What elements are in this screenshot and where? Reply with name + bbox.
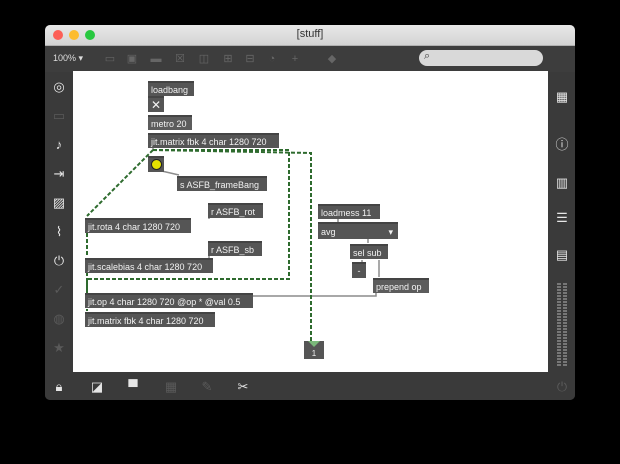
star-icon: ★ [53, 340, 65, 355]
info-icon[interactable]: ⓘ [552, 136, 572, 154]
prepend-object[interactable]: prepend op [373, 278, 429, 293]
target-icon[interactable]: ◎ [49, 78, 69, 96]
umenu[interactable]: avg ▾ [318, 222, 398, 239]
jitter-cord [86, 149, 154, 217]
paperclip-icon[interactable]: ⌇ [49, 223, 69, 241]
image-icon[interactable]: ▨ [49, 194, 69, 212]
jit-scalebias-object[interactable]: jit.scalebias 4 char 1280 720 [85, 258, 213, 273]
number-object-icon[interactable]: ⊞ [221, 52, 235, 66]
jit-op-object[interactable]: jit.op 4 char 1280 720 @op * @val 0.5 [85, 293, 253, 308]
package-icon: ◍ [53, 311, 65, 326]
check-circle-icon: ✓ [53, 282, 65, 297]
audio-meter-right [563, 283, 567, 367]
outlet-number: 1 [311, 349, 317, 358]
loadmess-object[interactable]: loadmess 11 [318, 204, 380, 219]
bottom-toolbar: 🔒︎ ◪ ▀ ▦ ✎ ✂ ⏻ [45, 372, 575, 400]
receive-sb-object[interactable]: r ASFB_sb [208, 241, 262, 256]
patcher-window: [stuff] 100% ▾ ▭ ▣ ▬ ☒ ◫ ⊞ ⊟ ◔ + ◆ ⌕ ◎ ▭… [45, 25, 575, 400]
right-sidebar: ▦ ⓘ ▥ ☰ ▤ [548, 72, 575, 375]
comment-icon[interactable]: ▬ [149, 52, 163, 66]
send-framebang-object[interactable]: s ASFB_frameBang [177, 176, 267, 191]
add-object-icon[interactable]: + [288, 52, 302, 66]
bang-button[interactable]: ✕ [148, 96, 164, 112]
title-bar: [stuff] [45, 25, 575, 46]
lock-icon[interactable]: 🔒︎ [51, 379, 67, 395]
audio-meter-left [557, 283, 561, 367]
chevron-down-icon: ▾ [78, 53, 84, 63]
grid-icon[interactable]: ▦ [552, 88, 572, 106]
dial-object-icon[interactable]: ◔ [265, 52, 279, 66]
left-sidebar: ◎ ▭ ♪ ⇥ ▨ ⌇ ⏻ ✓ ◍ ★ [45, 72, 72, 375]
toolbar: 100% ▾ ▭ ▣ ▬ ☒ ◫ ⊞ ⊟ ◔ + ◆ ⌕ [45, 46, 575, 72]
power-icon: ⏻ [556, 379, 568, 394]
window-title: [stuff] [296, 28, 324, 40]
zoom-menu[interactable]: 100% ▾ [53, 53, 83, 64]
button-object-icon[interactable]: ☒ [173, 52, 187, 66]
grid-icon: ▦ [164, 379, 178, 394]
step-icon[interactable]: ⇥ [49, 165, 69, 183]
plug-icon[interactable]: ⏻ [49, 252, 69, 270]
book-icon[interactable]: ▥ [552, 174, 572, 192]
search-icon: ⌕ [424, 50, 431, 62]
zoom-level: 100% [53, 53, 77, 63]
jit-matrix-top-object[interactable]: jit.matrix fbk 4 char 1280 720 [148, 133, 279, 148]
fill-icon[interactable]: ◆ [325, 52, 339, 66]
loadbang-object[interactable]: loadbang [148, 81, 194, 96]
receive-rot-object[interactable]: r ASFB_rot [208, 203, 263, 218]
jit-rota-object[interactable]: jit.rota 4 char 1280 720 [85, 218, 191, 233]
presentation-icon[interactable]: ▭ [103, 52, 117, 66]
slider-icon: ▭ [52, 108, 66, 123]
windows-icon[interactable]: ◪ [89, 379, 105, 395]
reference-icon[interactable]: ▤ [552, 246, 572, 264]
outlet-object[interactable]: 1 [304, 341, 324, 359]
presentation-mode-icon[interactable]: ▀ [125, 379, 141, 395]
metro-object[interactable]: metro 20 [148, 115, 192, 130]
new-object-icon[interactable]: ▣ [125, 52, 139, 66]
wrench-icon[interactable]: ✂ [235, 379, 251, 395]
cord [253, 292, 377, 297]
chevron-down-icon: ▾ [388, 227, 393, 237]
minus-message[interactable]: - [352, 262, 366, 278]
patcher-canvas[interactable]: loadbang ✕ metro 20 jit.matrix fbk 4 cha… [73, 71, 548, 372]
toggle-object-icon[interactable]: ◫ [197, 52, 211, 66]
slider-object-icon[interactable]: ⊟ [243, 52, 257, 66]
umenu-selection: avg [321, 227, 336, 237]
snap-icon: ✎ [201, 379, 213, 394]
list-icon[interactable]: ☰ [552, 209, 572, 227]
sel-object[interactable]: sel sub [350, 244, 388, 259]
jitter-bang-button[interactable] [148, 156, 164, 172]
jit-matrix-bottom-object[interactable]: jit.matrix fbk 4 char 1280 720 [85, 312, 215, 327]
music-note-icon[interactable]: ♪ [49, 136, 69, 154]
search-input[interactable]: ⌕ [419, 50, 543, 66]
outlet-triangle-icon [308, 341, 320, 347]
